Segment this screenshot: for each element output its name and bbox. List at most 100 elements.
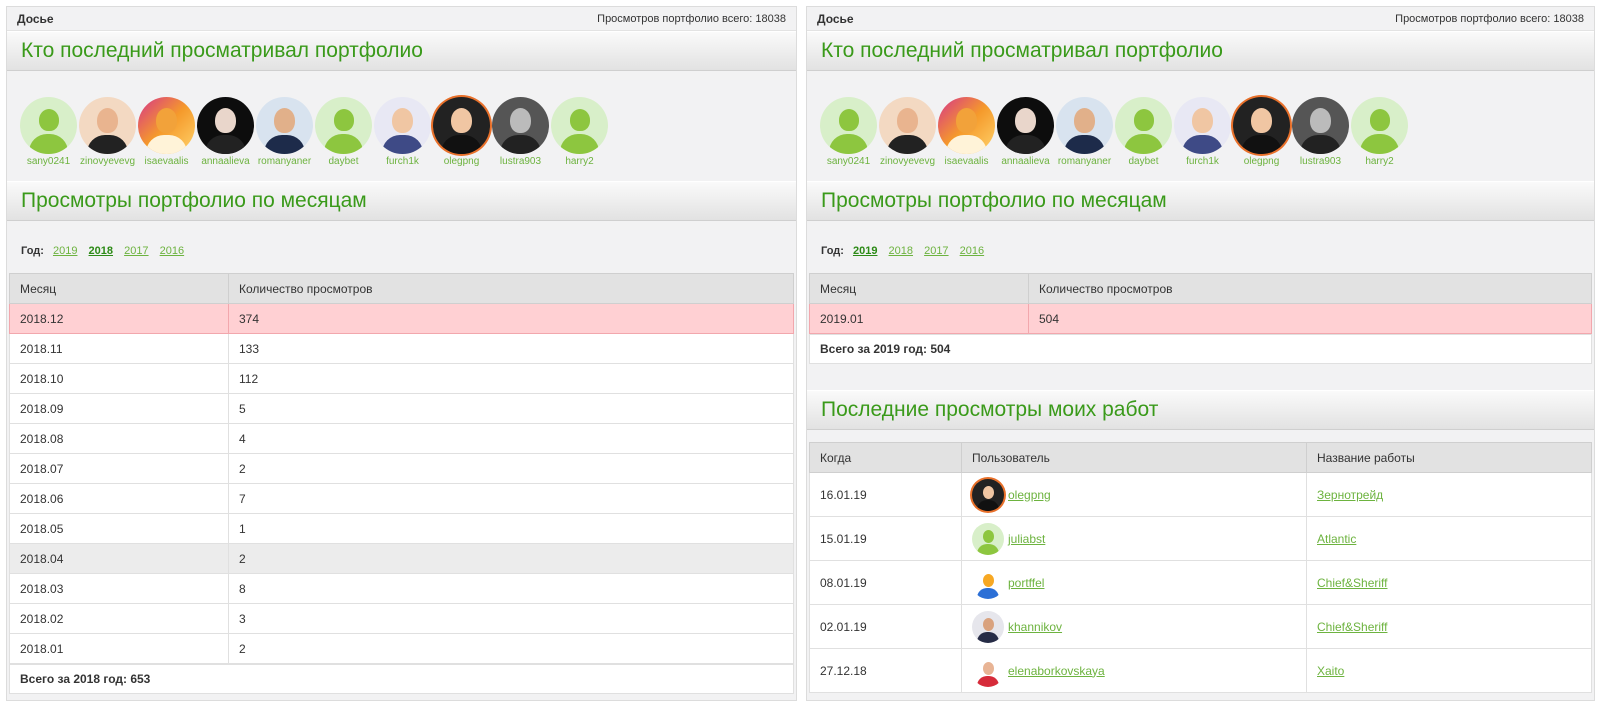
table-row: 2018.11 133 (9, 333, 794, 364)
avatar[interactable] (938, 97, 995, 154)
viewer-item[interactable]: sany0241 (19, 97, 78, 181)
viewer-username[interactable]: furch1k (1172, 156, 1234, 167)
work-link[interactable]: Chief&Sheriff (1317, 620, 1387, 634)
avatar[interactable] (1056, 97, 1113, 154)
year-link-2016[interactable]: 2016 (160, 245, 184, 257)
viewer-item[interactable]: zinovyevevg (78, 97, 137, 181)
viewer-username[interactable]: furch1k (372, 156, 434, 167)
avatar[interactable] (374, 97, 431, 154)
viewer-item[interactable]: harry2 (550, 97, 609, 181)
avatar[interactable] (1174, 97, 1231, 154)
viewer-username[interactable]: isaevaalis (936, 156, 998, 167)
avatar[interactable] (197, 97, 254, 154)
avatar[interactable] (997, 97, 1054, 154)
viewer-item[interactable]: zinovyevevg (878, 97, 937, 181)
viewer-item[interactable]: lustra903 (491, 97, 550, 181)
avatar[interactable] (551, 97, 608, 154)
avatar[interactable] (79, 97, 136, 154)
year-link-2018[interactable]: 2018 (889, 245, 913, 257)
year-total: Всего за 2019 год: 504 (809, 334, 1592, 364)
viewer-username[interactable]: annaalieva (195, 156, 257, 167)
year-link-2018[interactable]: 2018 (89, 245, 113, 257)
avatar[interactable] (972, 522, 1004, 555)
user-cell: elenaborkovskaya (961, 648, 1307, 693)
avatar[interactable] (972, 610, 1004, 643)
viewer-item[interactable]: furch1k (1173, 97, 1232, 181)
dossier-panel-2019: Досье Просмотров портфолио всего: 18038 … (806, 6, 1595, 701)
avatar[interactable] (1292, 97, 1349, 154)
year-filter: Год: 2019 2018 2017 2016 (807, 221, 1594, 273)
viewer-item[interactable]: sany0241 (819, 97, 878, 181)
year-link-2016[interactable]: 2016 (960, 245, 984, 257)
avatar[interactable] (138, 97, 195, 154)
user-link[interactable]: elenaborkovskaya (1008, 664, 1105, 678)
viewer-username[interactable]: zinovyevevg (877, 156, 939, 167)
table-row: 15.01.19 juliabst Atlantic (809, 516, 1592, 561)
viewer-item[interactable]: furch1k (373, 97, 432, 181)
viewer-username[interactable]: romanyaner (1054, 156, 1116, 167)
avatar[interactable] (1115, 97, 1172, 154)
avatar[interactable] (972, 566, 1004, 599)
viewer-item[interactable]: annaalieva (196, 97, 255, 181)
viewer-item[interactable]: annaalieva (996, 97, 1055, 181)
viewer-username[interactable]: annaalieva (995, 156, 1057, 167)
avatar[interactable] (972, 478, 1004, 511)
viewer-username[interactable]: daybet (313, 156, 375, 167)
viewer-item[interactable]: romanyaner (255, 97, 314, 181)
avatar[interactable] (879, 97, 936, 154)
user-link[interactable]: khannikov (1008, 620, 1062, 634)
views-count-cell: 112 (228, 363, 794, 394)
viewer-username[interactable]: sany0241 (818, 156, 880, 167)
work-link[interactable]: Chief&Sheriff (1317, 576, 1387, 590)
year-link-2019[interactable]: 2019 (53, 245, 77, 257)
viewer-item[interactable]: olegpng (432, 97, 491, 181)
avatar[interactable] (1351, 97, 1408, 154)
viewer-username[interactable]: zinovyevevg (77, 156, 139, 167)
work-link[interactable]: Atlantic (1317, 532, 1356, 546)
viewer-item[interactable]: isaevaalis (137, 97, 196, 181)
user-link[interactable]: juliabst (1008, 532, 1045, 546)
work-name-cell: Chief&Sheriff (1306, 560, 1592, 605)
monthly-views-section-title: Просмотры портфолио по месяцам (807, 181, 1594, 221)
avatar[interactable] (972, 654, 1004, 687)
viewer-username[interactable]: harry2 (1349, 156, 1411, 167)
table-row: 2018.03 8 (9, 573, 794, 604)
viewer-username[interactable]: lustra903 (490, 156, 552, 167)
viewer-username[interactable]: sany0241 (18, 156, 80, 167)
table-row: 2018.06 7 (9, 483, 794, 514)
year-link-2017[interactable]: 2017 (124, 245, 148, 257)
viewer-item[interactable]: daybet (314, 97, 373, 181)
work-link[interactable]: Xaito (1317, 664, 1344, 678)
user-cell: khannikov (961, 604, 1307, 649)
viewers-section-title: Кто последний просматривал портфолио (807, 31, 1594, 71)
column-header-month: Месяц (9, 273, 229, 304)
user-cell: juliabst (961, 516, 1307, 561)
viewer-item[interactable]: harry2 (1350, 97, 1409, 181)
viewer-item[interactable]: olegpng (1232, 97, 1291, 181)
user-link[interactable]: olegpng (1008, 488, 1051, 502)
viewer-username[interactable]: daybet (1113, 156, 1175, 167)
viewer-username[interactable]: olegpng (1231, 156, 1293, 167)
year-link-2019[interactable]: 2019 (853, 245, 877, 257)
viewer-item[interactable]: daybet (1114, 97, 1173, 181)
avatar[interactable] (492, 97, 549, 154)
viewer-item[interactable]: romanyaner (1055, 97, 1114, 181)
avatar[interactable] (315, 97, 372, 154)
viewer-item[interactable]: isaevaalis (937, 97, 996, 181)
avatar[interactable] (256, 97, 313, 154)
viewer-username[interactable]: olegpng (431, 156, 493, 167)
table-row: 2018.01 2 (9, 633, 794, 664)
viewer-username[interactable]: romanyaner (254, 156, 316, 167)
user-link[interactable]: portffel (1008, 576, 1044, 590)
avatar[interactable] (433, 97, 490, 154)
avatar[interactable] (20, 97, 77, 154)
viewer-username[interactable]: isaevaalis (136, 156, 198, 167)
viewer-item[interactable]: lustra903 (1291, 97, 1350, 181)
work-link[interactable]: Зернотрейд (1317, 488, 1383, 502)
viewer-username[interactable]: lustra903 (1290, 156, 1352, 167)
dossier-title: Досье (817, 11, 854, 26)
avatar[interactable] (1233, 97, 1290, 154)
year-link-2017[interactable]: 2017 (924, 245, 948, 257)
viewer-username[interactable]: harry2 (549, 156, 611, 167)
avatar[interactable] (820, 97, 877, 154)
